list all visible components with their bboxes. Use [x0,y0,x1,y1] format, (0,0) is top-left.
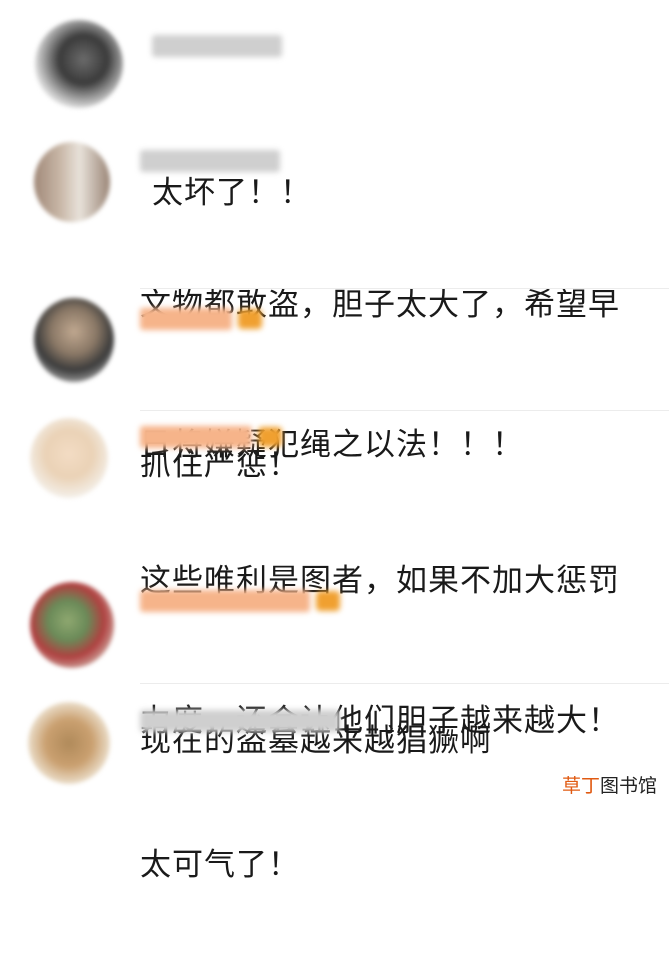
divider [140,683,669,684]
avatar[interactable] [30,418,108,498]
avatar[interactable] [30,582,114,668]
divider [140,288,669,289]
username[interactable] [152,33,282,59]
username[interactable] [140,588,340,614]
watermark-rest: 图书馆 [599,775,657,797]
crown-icon [316,591,340,611]
avatar[interactable] [28,702,110,784]
username[interactable] [140,424,282,450]
username[interactable] [140,708,340,734]
divider [140,410,669,411]
crown-icon [258,427,282,447]
username[interactable] [140,148,280,174]
crown-icon [238,309,262,329]
avatar[interactable] [34,142,110,222]
watermark-accent: 草丁 [561,775,600,797]
comment-text: 太可气了！ [140,847,300,883]
avatar[interactable] [35,20,123,108]
username[interactable] [140,306,262,332]
watermark: 草丁图书馆 [562,771,657,798]
avatar[interactable] [34,298,114,382]
